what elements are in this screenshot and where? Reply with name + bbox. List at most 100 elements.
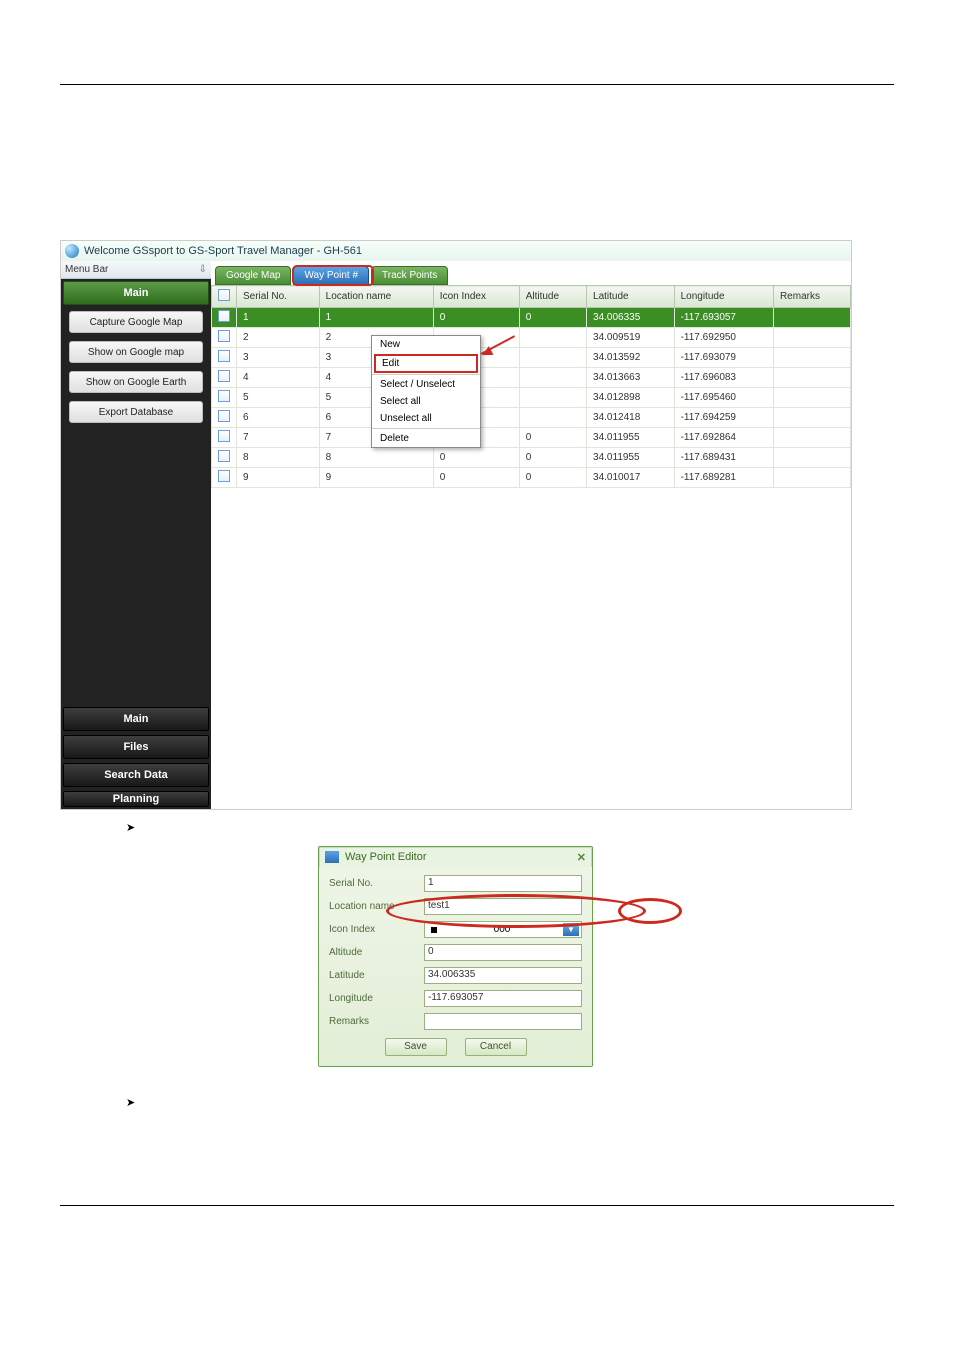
ctx-new[interactable]: New xyxy=(372,336,480,353)
cell-select[interactable] xyxy=(212,428,237,448)
cell-longitude: -117.693079 xyxy=(674,348,773,368)
input-longitude[interactable]: -117.693057 xyxy=(424,990,582,1007)
bullet-2: ➤ xyxy=(126,1095,894,1111)
table-row[interactable]: 6634.012418-117.694259 xyxy=(212,408,851,428)
cell-location: 1 xyxy=(319,308,433,328)
cell-select[interactable] xyxy=(212,328,237,348)
cell-select[interactable] xyxy=(212,388,237,408)
lbl-altitude: Altitude xyxy=(329,947,424,958)
save-button[interactable]: Save xyxy=(385,1038,447,1056)
tab-google-map[interactable]: Google Map xyxy=(215,266,291,285)
cell-altitude: 0 xyxy=(519,448,586,468)
pin-icon[interactable]: ⇩ xyxy=(199,264,207,275)
tab-track-points[interactable]: Track Points xyxy=(371,266,448,285)
ctx-edit[interactable]: Edit xyxy=(374,354,478,373)
table-row[interactable]: 110034.006335-117.693057 xyxy=(212,308,851,328)
cell-icon: 0 xyxy=(433,448,519,468)
waypoint-editor-dialog: Way Point Editor ✕ Serial No. 1 Location… xyxy=(318,846,593,1067)
cell-altitude: 0 xyxy=(519,428,586,448)
cell-remarks xyxy=(773,368,850,388)
col-latitude[interactable]: Latitude xyxy=(587,286,675,308)
red-ellipse-side xyxy=(618,898,682,924)
table-row[interactable]: 770034.011955-117.692864 xyxy=(212,428,851,448)
cell-select[interactable] xyxy=(212,368,237,388)
sidebar-group-main[interactable]: Main xyxy=(63,281,209,305)
col-location[interactable]: Location name xyxy=(319,286,433,308)
btn-show-on-google-earth[interactable]: Show on Google Earth xyxy=(69,371,203,393)
cell-latitude: 34.010017 xyxy=(587,468,675,488)
cell-select[interactable] xyxy=(212,408,237,428)
col-icon[interactable]: Icon Index xyxy=(433,286,519,308)
bullet-icon-2: ➤ xyxy=(126,1095,135,1111)
cell-serial: 3 xyxy=(237,348,320,368)
input-serial[interactable]: 1 xyxy=(424,875,582,892)
cell-longitude: -117.692864 xyxy=(674,428,773,448)
cell-remarks xyxy=(773,328,850,348)
sidebar-bottom-search[interactable]: Search Data xyxy=(63,763,209,787)
table-row[interactable]: 5534.012898-117.695460 xyxy=(212,388,851,408)
cell-latitude: 34.013663 xyxy=(587,368,675,388)
cell-select[interactable] xyxy=(212,308,237,328)
cancel-button[interactable]: Cancel xyxy=(465,1038,527,1056)
cell-latitude: 34.009519 xyxy=(587,328,675,348)
input-altitude[interactable]: 0 xyxy=(424,944,582,961)
cell-altitude: 0 xyxy=(519,468,586,488)
sidebar-bottom-files[interactable]: Files xyxy=(63,735,209,759)
table-row[interactable]: 990034.010017-117.689281 xyxy=(212,468,851,488)
cell-latitude: 34.011955 xyxy=(587,428,675,448)
col-select[interactable] xyxy=(212,286,237,308)
ctx-select-all[interactable]: Select all xyxy=(372,393,480,410)
sidebar-bottom-planning[interactable]: Planning xyxy=(63,791,209,807)
cell-longitude: -117.689281 xyxy=(674,468,773,488)
select-icon-value: 000 xyxy=(494,924,511,935)
cell-select[interactable] xyxy=(212,348,237,368)
editor-wrap: Way Point Editor ✕ Serial No. 1 Location… xyxy=(318,846,638,1067)
btn-capture-google-map[interactable]: Capture Google Map xyxy=(69,311,203,333)
cell-serial: 5 xyxy=(237,388,320,408)
ctx-unselect-all[interactable]: Unselect all xyxy=(372,410,480,427)
col-remarks[interactable]: Remarks xyxy=(773,286,850,308)
input-remarks[interactable] xyxy=(424,1013,582,1030)
input-location[interactable]: test1 xyxy=(424,898,582,915)
ctx-select-unselect[interactable]: Select / Unselect xyxy=(372,376,480,393)
tabs: Google Map Way Point # Track Points xyxy=(211,261,851,285)
btn-export-database[interactable]: Export Database xyxy=(69,401,203,423)
col-longitude[interactable]: Longitude xyxy=(674,286,773,308)
lbl-serial: Serial No. xyxy=(329,878,424,889)
select-icon-index[interactable]: 000 ▼ xyxy=(424,921,582,938)
cell-altitude xyxy=(519,408,586,428)
tab-way-point[interactable]: Way Point # xyxy=(293,266,369,285)
lbl-location: Location name xyxy=(329,901,424,912)
col-serial[interactable]: Serial No. xyxy=(237,286,320,308)
sidebar: Menu Bar ⇩ Main Capture Google Map Show … xyxy=(61,261,211,809)
cell-remarks xyxy=(773,388,850,408)
col-altitude[interactable]: Altitude xyxy=(519,286,586,308)
ctx-delete[interactable]: Delete xyxy=(372,430,480,447)
cell-remarks xyxy=(773,348,850,368)
sidebar-bottom-main[interactable]: Main xyxy=(63,707,209,731)
cell-altitude: 0 xyxy=(519,308,586,328)
input-latitude[interactable]: 34.006335 xyxy=(424,967,582,984)
btn-show-on-google-map[interactable]: Show on Google map xyxy=(69,341,203,363)
table-row[interactable]: 2234.009519-117.692950 xyxy=(212,328,851,348)
cell-longitude: -117.693057 xyxy=(674,308,773,328)
close-icon[interactable]: ✕ xyxy=(577,851,586,864)
table-row[interactable]: 880034.011955-117.689431 xyxy=(212,448,851,468)
cell-longitude: -117.694259 xyxy=(674,408,773,428)
cell-latitude: 34.012418 xyxy=(587,408,675,428)
table-row[interactable]: 4434.013663-117.696083 xyxy=(212,368,851,388)
cell-altitude xyxy=(519,348,586,368)
menubar-label: Menu Bar xyxy=(65,264,108,275)
cell-serial: 6 xyxy=(237,408,320,428)
cell-latitude: 34.013592 xyxy=(587,348,675,368)
lbl-latitude: Latitude xyxy=(329,970,424,981)
cell-icon: 0 xyxy=(433,468,519,488)
cell-serial: 7 xyxy=(237,428,320,448)
cell-select[interactable] xyxy=(212,448,237,468)
chevron-down-icon[interactable]: ▼ xyxy=(563,923,579,936)
table-row[interactable]: 3334.013592-117.693079 xyxy=(212,348,851,368)
cell-location: 9 xyxy=(319,468,433,488)
cell-remarks xyxy=(773,468,850,488)
app-window: Welcome GSsport to GS-Sport Travel Manag… xyxy=(60,240,852,810)
cell-select[interactable] xyxy=(212,468,237,488)
